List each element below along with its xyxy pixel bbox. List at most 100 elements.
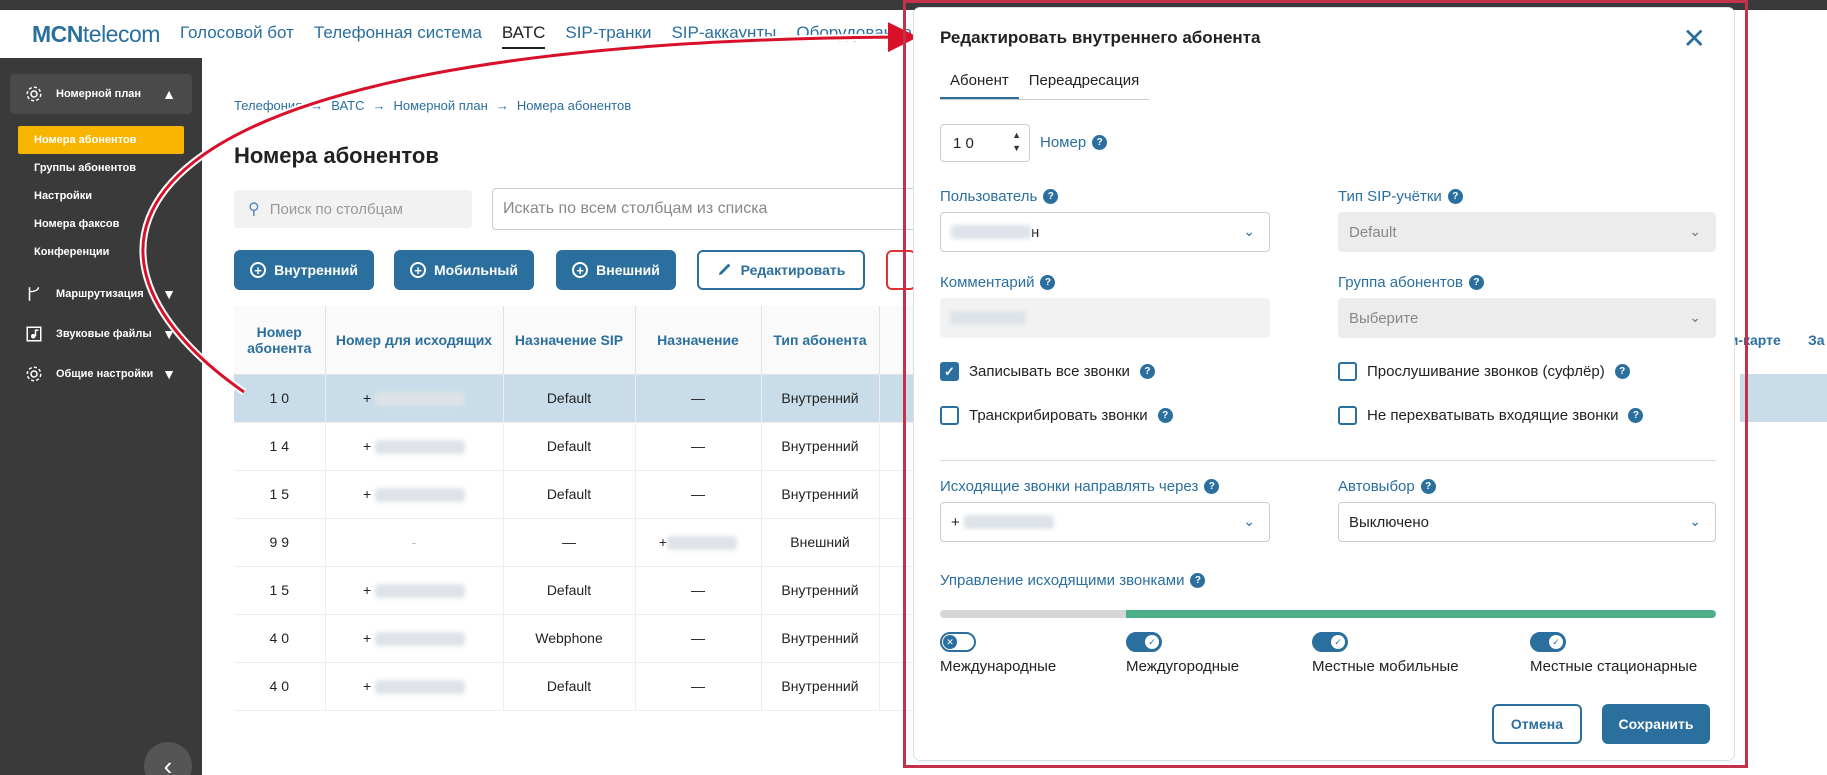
toggle-international[interactable]: ✕ Международные: [940, 632, 1056, 675]
help-icon[interactable]: ?: [1139, 364, 1155, 379]
sip-type-label: Тип SIP-учётки?: [1338, 188, 1463, 205]
toggle-local-landline[interactable]: ✓ Местные стационарные: [1530, 632, 1697, 675]
col-header-destination[interactable]: Назначение: [635, 306, 762, 375]
table-row[interactable]: 1 5 + Default — Внутренний: [234, 566, 940, 615]
sidebar-item-fax-numbers[interactable]: Номера факсов: [18, 210, 184, 238]
whisper-checkbox[interactable]: Прослушивание звонков (суфлёр) ?: [1338, 362, 1630, 381]
add-mobile-button[interactable]: + Мобильный: [394, 250, 534, 290]
cell-type: Внешний: [761, 518, 880, 567]
nav-item-sip-accounts[interactable]: SIP-аккаунты: [671, 19, 776, 49]
nav-item-vats[interactable]: ВАТС: [501, 19, 546, 49]
save-button[interactable]: Сохранить: [1602, 704, 1710, 744]
number-input[interactable]: 1 0 ▲ ▼: [940, 124, 1030, 162]
help-icon[interactable]: ?: [1447, 189, 1463, 204]
calls-control-progress: [940, 610, 1716, 618]
progress-fill: [1126, 610, 1716, 618]
help-icon[interactable]: ?: [1092, 135, 1108, 150]
label-text: Исходящие звонки направлять через: [940, 478, 1199, 495]
add-internal-button[interactable]: + Внутренний: [234, 250, 374, 290]
autoselect-value: Выключено: [1349, 513, 1429, 531]
nav-item-equipment[interactable]: Оборудование: [796, 19, 912, 49]
add-external-button[interactable]: + Внешний: [556, 250, 676, 290]
cell-number: 9 9: [234, 518, 326, 567]
check-icon: ✓: [1331, 635, 1345, 649]
outgoing-value: +: [951, 513, 960, 531]
user-label: Пользователь?: [940, 188, 1059, 205]
toggle-long-distance[interactable]: ✓ Междугородные: [1126, 632, 1239, 675]
sidebar-item-settings[interactable]: Настройки: [18, 182, 184, 210]
chevron-down-icon: ⌄: [1689, 513, 1701, 529]
toggle-local-mobile[interactable]: ✓ Местные мобильные: [1312, 632, 1459, 675]
help-icon[interactable]: ?: [1040, 275, 1056, 290]
nav-item-phone-system[interactable]: Телефонная система: [314, 19, 482, 49]
tab-subscriber[interactable]: Абонент: [940, 66, 1019, 99]
table-row[interactable]: 4 0 + Webphone — Внутренний: [234, 614, 940, 663]
breadcrumb-item[interactable]: ВАТС: [331, 98, 364, 113]
toggle-switch[interactable]: ✕: [940, 632, 976, 652]
table-row[interactable]: 9 9 - — + Внешний: [234, 518, 940, 567]
breadcrumb-item[interactable]: Телефония: [234, 98, 302, 113]
sidebar-item-subscriber-groups[interactable]: Группы абонентов: [18, 154, 184, 182]
group-select: Выберите ⌄: [1338, 298, 1716, 338]
col-header-extra[interactable]: За: [1808, 306, 1825, 374]
table-row[interactable]: 1 4 + Default — Внутренний: [234, 422, 940, 471]
record-calls-checkbox[interactable]: ✓ Записывать все звонки ?: [940, 362, 1155, 381]
cell-number: 1 5: [234, 470, 326, 519]
help-icon[interactable]: ?: [1614, 364, 1630, 379]
selected-row-tail: [1740, 374, 1827, 422]
sidebar-section-label: Общие настройки: [56, 368, 154, 380]
sidebar-section-sound-files[interactable]: Звуковые файлы ▼: [10, 314, 192, 354]
help-icon[interactable]: ?: [1420, 479, 1436, 494]
help-icon[interactable]: ?: [1190, 573, 1206, 588]
cancel-button[interactable]: Отмена: [1492, 704, 1582, 744]
logo[interactable]: MCNtelecom: [32, 21, 160, 48]
toggle-switch[interactable]: ✓: [1126, 632, 1162, 652]
cell-outgoing: +: [325, 614, 504, 663]
calls-control-label: Управление исходящими звонками?: [940, 572, 1206, 589]
col-header-sip[interactable]: Назначение SIP: [503, 306, 636, 375]
column-search-input[interactable]: ⚲ Поиск по столбцам: [234, 190, 472, 228]
tab-forwarding[interactable]: Переадресация: [1019, 66, 1150, 99]
table-header-row: Номер абонента Номер для исходящих Назна…: [234, 306, 940, 375]
group-label: Группа абонентов?: [1338, 274, 1484, 291]
sidebar-section-number-plan[interactable]: Номерной план ▲: [10, 74, 192, 114]
breadcrumb-item[interactable]: Номерной план: [393, 98, 487, 113]
nav-item-sip-trunks[interactable]: SIP-транки: [565, 19, 651, 49]
sidebar-item-conferences[interactable]: Конференции: [18, 238, 184, 266]
help-icon[interactable]: ?: [1043, 189, 1059, 204]
nav-item-voice-bot[interactable]: Голосовой бот: [180, 19, 294, 49]
sidebar-section-general-settings[interactable]: Общие настройки ▼: [10, 354, 192, 394]
close-icon[interactable]: ✕: [1683, 22, 1706, 55]
page-title: Номера абонентов: [234, 143, 439, 168]
sidebar-item-subscriber-numbers[interactable]: Номера абонентов: [18, 126, 184, 154]
help-icon[interactable]: ?: [1468, 275, 1484, 290]
cell-destination: —: [635, 614, 762, 663]
checkbox-label: Транскрибировать звонки: [969, 407, 1148, 424]
global-search-input[interactable]: Искать по всем столбцам из списка: [492, 188, 932, 230]
no-intercept-checkbox[interactable]: Не перехватывать входящие звонки ?: [1338, 406, 1644, 425]
help-icon[interactable]: ?: [1628, 408, 1644, 423]
cell-outgoing: +: [325, 470, 504, 519]
outgoing-select[interactable]: + ⌄: [940, 502, 1270, 542]
help-icon[interactable]: ?: [1157, 408, 1173, 423]
user-select[interactable]: н ⌄: [940, 212, 1270, 252]
col-header-number[interactable]: Номер абонента: [234, 306, 326, 375]
table-row[interactable]: 1 5 + Default — Внутренний: [234, 470, 940, 519]
toggle-switch[interactable]: ✓: [1312, 632, 1348, 652]
transcribe-checkbox[interactable]: Транскрибировать звонки ?: [940, 406, 1173, 425]
stepper-icon[interactable]: ▲ ▼: [1012, 129, 1021, 155]
cell-sip: Webphone: [503, 614, 636, 663]
table-row[interactable]: 4 0 + Default — Внутренний Ко: [234, 662, 940, 711]
autoselect-select[interactable]: Выключено ⌄: [1338, 502, 1716, 542]
toggle-switch[interactable]: ✓: [1530, 632, 1566, 652]
col-header-type[interactable]: Тип абонента: [761, 306, 880, 375]
sidebar-section-routing[interactable]: Маршрутизация ▼: [10, 274, 192, 314]
col-header-outgoing[interactable]: Номер для исходящих: [325, 306, 504, 375]
help-icon[interactable]: ?: [1204, 479, 1220, 494]
label-text: Тип SIP-учётки: [1338, 188, 1442, 205]
cell-sip: Default: [503, 374, 636, 423]
breadcrumb-item[interactable]: Номера абонентов: [517, 98, 631, 113]
comment-input[interactable]: [940, 298, 1270, 338]
edit-button[interactable]: Редактировать: [697, 250, 865, 290]
table-row[interactable]: 1 0 + Default — Внутренний: [234, 374, 940, 423]
